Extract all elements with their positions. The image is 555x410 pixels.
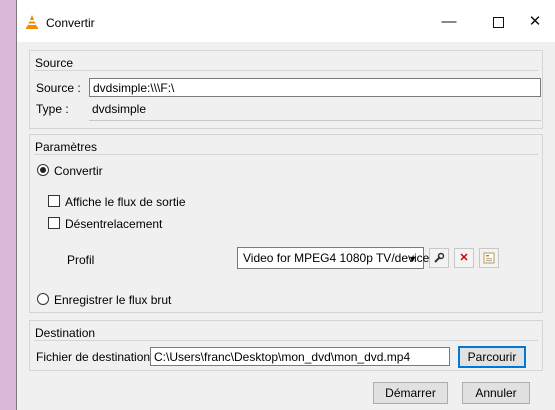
profile-select-value: Video for MPEG4 1080p TV/device [243, 251, 430, 265]
source-label: Source : [36, 81, 81, 95]
window-title: Convertir [46, 16, 95, 30]
profile-label: Profil [67, 253, 95, 267]
convert-radio[interactable] [37, 164, 49, 176]
new-profile-icon [483, 252, 495, 264]
raw-stream-label: Enregistrer le flux brut [54, 293, 172, 307]
radio-selected-dot [40, 167, 46, 173]
delete-profile-button[interactable]: ✕ [454, 248, 474, 268]
divider [34, 340, 538, 341]
destination-group: Destination Fichier de destination : C:\… [29, 320, 543, 371]
dropdown-arrow-icon: ▼ [408, 254, 417, 264]
destination-file-label: Fichier de destination : [36, 350, 157, 364]
browse-button[interactable]: Parcourir [458, 346, 526, 368]
wrench-icon [434, 252, 445, 263]
title-bar: Convertir — ✕ [17, 0, 555, 42]
maximize-icon [492, 16, 504, 28]
destination-group-title: Destination [35, 326, 96, 340]
raw-stream-radio[interactable] [37, 293, 49, 305]
destination-file-input[interactable]: C:\Users\franc\Desktop\mon_dvd\mon_dvd.m… [150, 347, 450, 366]
source-group-title: Source [35, 56, 74, 70]
source-input[interactable]: dvdsimple:\\\F:\ [89, 78, 541, 97]
delete-icon: ✕ [459, 252, 469, 264]
start-button[interactable]: Démarrer [373, 382, 448, 404]
edit-profile-button[interactable] [429, 248, 449, 268]
convert-label: Convertir [54, 164, 103, 178]
profile-select[interactable]: Video for MPEG4 1080p TV/device ▼ [237, 247, 429, 269]
type-value: dvdsimple [92, 102, 147, 116]
divider [89, 120, 541, 121]
new-profile-button[interactable] [479, 248, 499, 268]
deinterlace-checkbox[interactable] [48, 217, 60, 229]
params-group-title: Paramètres [35, 140, 98, 154]
params-group: Paramètres Convertir Affiche le flux de … [29, 134, 543, 313]
divider [34, 154, 538, 155]
deinterlace-label: Désentrelacement [65, 217, 163, 231]
cancel-button[interactable]: Annuler [462, 382, 530, 404]
type-label: Type : [36, 102, 69, 116]
vlc-cone-icon [26, 15, 38, 29]
show-output-label: Affiche le flux de sortie [65, 195, 186, 209]
close-button[interactable]: ✕ [515, 9, 555, 35]
minimize-button[interactable]: — [429, 9, 469, 35]
show-output-checkbox[interactable] [48, 195, 60, 207]
convert-dialog: Convertir — ✕ Source Source : dvdsimple:… [16, 0, 555, 410]
source-group: Source Source : dvdsimple:\\\F:\ Type : … [29, 50, 543, 129]
divider [34, 70, 538, 71]
maximize-button[interactable] [478, 9, 518, 35]
